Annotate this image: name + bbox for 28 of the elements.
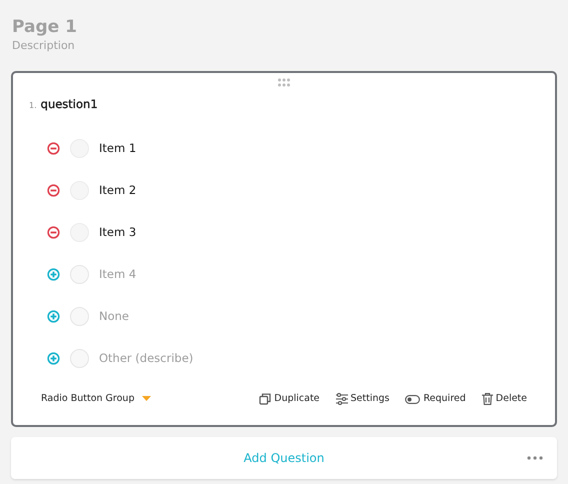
question-title[interactable]: question1 [40,96,98,113]
sliders-icon [336,393,348,406]
drag-handle-icon[interactable] [278,78,290,86]
add-icon[interactable] [47,310,60,324]
page-title: Page 1 [12,16,78,38]
add-icon[interactable] [47,268,60,282]
question-type-dropdown[interactable]: Radio Button Group [41,392,152,406]
question-number: 1. [29,100,37,112]
delete-button[interactable]: Delete [482,392,527,406]
copy-icon [259,393,272,406]
toggle-icon [405,394,420,404]
page-description: Description [12,38,76,54]
radio-button[interactable] [70,349,89,368]
remove-icon[interactable] [47,226,60,240]
required-button[interactable]: Required [405,392,466,406]
duplicate-button[interactable]: Duplicate [259,392,320,406]
more-icon[interactable] [527,456,543,460]
remove-icon[interactable] [47,184,60,198]
add-icon[interactable] [47,352,60,366]
settings-button[interactable]: Settings [336,392,390,406]
choice-label[interactable]: Item 3 [99,224,136,242]
radio-button[interactable] [70,265,89,284]
trash-icon [482,393,493,406]
choice-label[interactable]: Item 1 [99,140,136,158]
radio-button[interactable] [70,307,89,326]
caret-icon [142,396,152,402]
choice-label[interactable]: Item 2 [99,182,136,200]
remove-icon[interactable] [47,142,60,156]
